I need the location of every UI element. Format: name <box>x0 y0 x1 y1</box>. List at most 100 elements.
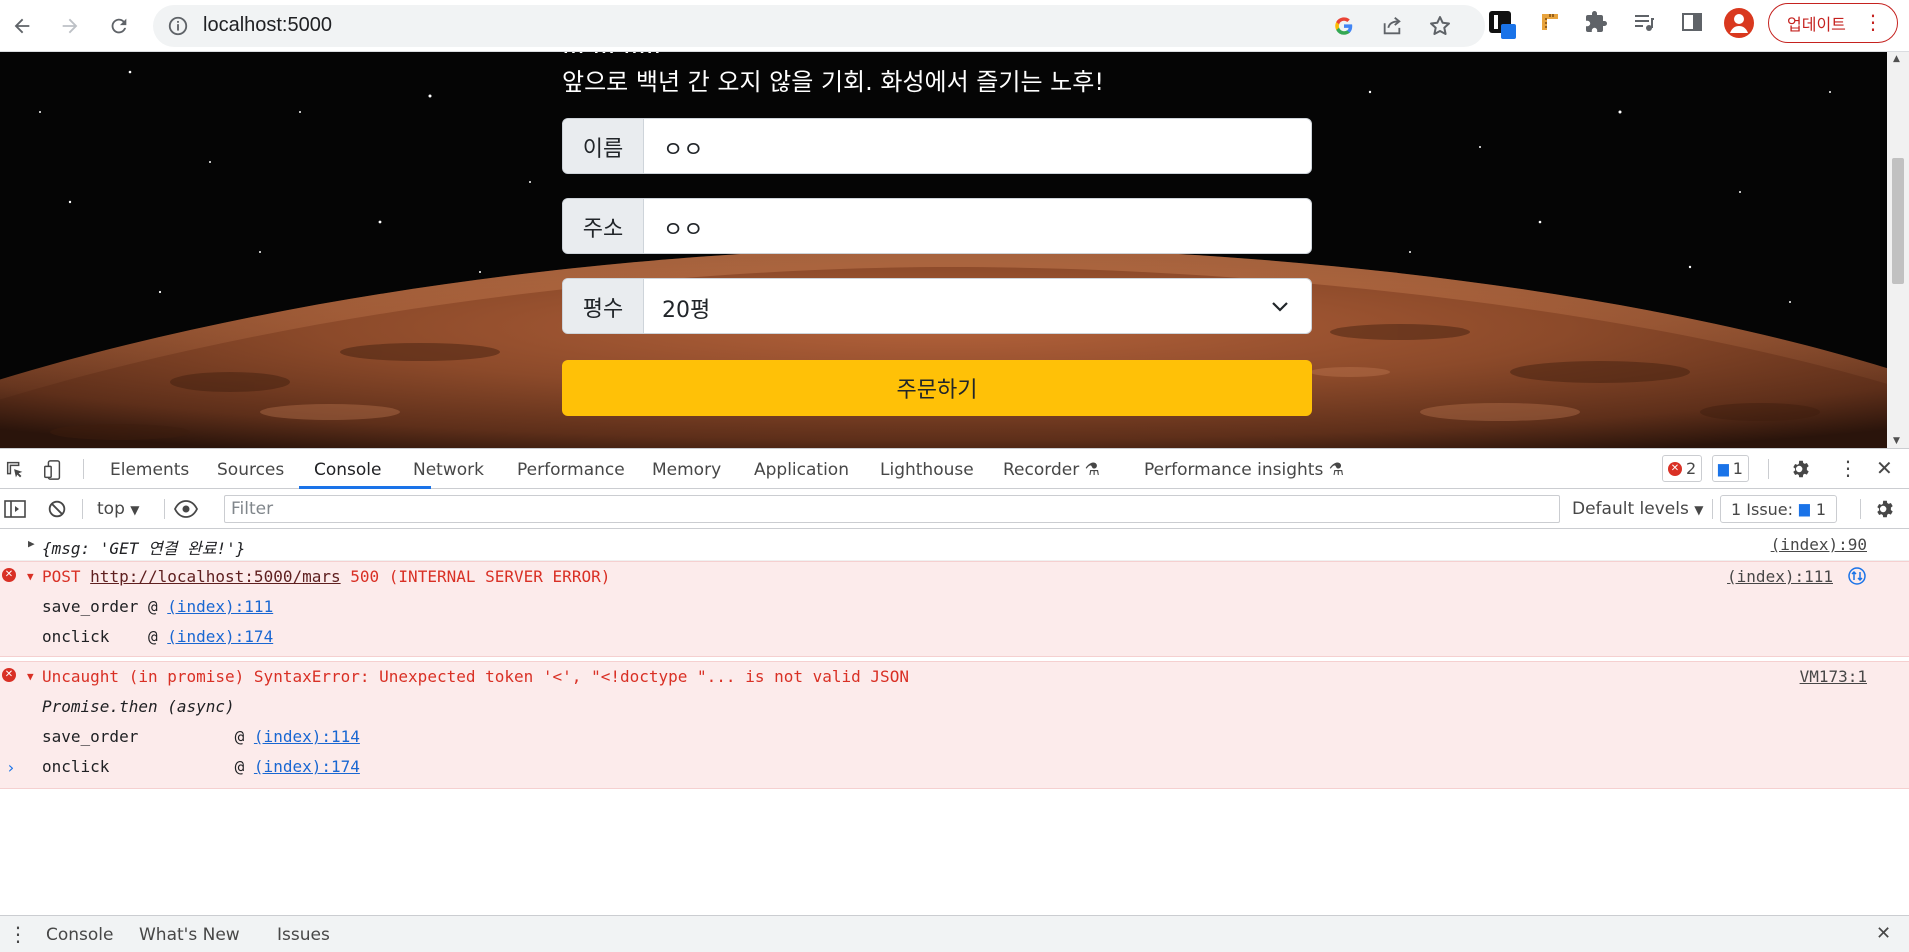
stack-frame: onclick @ (index):174 <box>42 757 360 776</box>
log-levels-label: Default levels <box>1572 499 1689 519</box>
error-message: Uncaught (in promise) SyntaxError: Unexp… <box>42 667 909 686</box>
console-settings-gear-icon[interactable] <box>1874 498 1896 525</box>
tab-performance-insights-label: Performance insights <box>1144 460 1324 480</box>
size-select[interactable]: 평수 20평 <box>562 278 1312 334</box>
message-icon: ▆ <box>1718 460 1729 477</box>
extensions-puzzle-icon[interactable] <box>1584 10 1608 38</box>
settings-gear-icon[interactable] <box>1790 458 1812 485</box>
stack-location-link[interactable]: (index):174 <box>167 627 273 646</box>
stack-location-link[interactable]: (index):114 <box>254 727 360 746</box>
drawer-tab-console[interactable]: Console <box>46 925 114 945</box>
page-scrollbar[interactable]: ▲ ▼ <box>1887 52 1909 448</box>
forward-icon[interactable] <box>52 8 88 44</box>
stack-fn: onclick @ <box>42 627 168 646</box>
tab-memory[interactable]: Memory <box>652 460 721 480</box>
page-viewport: ··· ··· ····· 앞으로 백년 간 오지 않을 기회. 화성에서 즐기… <box>0 52 1887 448</box>
close-drawer-icon[interactable]: ✕ <box>1876 923 1891 944</box>
tab-sources[interactable]: Sources <box>217 460 284 480</box>
stack-location-link[interactable]: (index):111 <box>167 597 273 616</box>
device-toolbar-icon[interactable] <box>42 459 64 486</box>
size-value: 20평 <box>662 298 711 323</box>
extension-black-icon[interactable] <box>1488 10 1518 44</box>
scroll-up-icon[interactable]: ▲ <box>1893 54 1900 64</box>
order-button[interactable]: 주문하기 <box>562 360 1312 416</box>
reload-icon[interactable] <box>101 8 137 44</box>
menu-dots-icon: ⋮ <box>1863 10 1883 34</box>
console-prompt-chevron-icon[interactable]: › <box>6 758 16 777</box>
divider <box>1712 499 1713 519</box>
name-input[interactable]: ㅇㅇ <box>663 132 703 164</box>
drawer-tab-issues[interactable]: Issues <box>277 925 330 945</box>
address-label: 주소 <box>563 199 644 253</box>
error-message: POST http://localhost:5000/mars 500 (INT… <box>42 567 610 586</box>
error-count: 2 <box>1686 459 1697 478</box>
bookmark-star-icon[interactable] <box>1428 14 1452 42</box>
collapse-triangle-icon[interactable]: ▼ <box>27 670 34 683</box>
stack-fn: save_order @ <box>42 727 254 746</box>
stack-frame: save_order @ (index):111 <box>42 597 273 616</box>
scrollbar-thumb[interactable] <box>1892 158 1904 284</box>
message-icon: ▆ <box>1799 501 1810 517</box>
sidebar-toggle-icon[interactable] <box>4 499 26 524</box>
stack-fn: save_order @ <box>42 597 168 616</box>
site-info-icon[interactable] <box>167 15 189 41</box>
console-error-post: ✕ ▼ POST http://localhost:5000/mars 500 … <box>0 561 1909 657</box>
tab-lighthouse[interactable]: Lighthouse <box>880 460 974 480</box>
share-icon[interactable] <box>1381 15 1403 41</box>
tab-console[interactable]: Console <box>314 460 382 480</box>
drawer-tab-whats-new[interactable]: What's New <box>139 925 240 945</box>
log-source-link[interactable]: (index):90 <box>1771 535 1867 554</box>
clear-console-icon[interactable] <box>46 498 68 525</box>
message-count-badge[interactable]: ▆ 1 <box>1712 455 1749 482</box>
live-expression-eye-icon[interactable] <box>173 499 199 524</box>
context-select[interactable]: top ▼ <box>97 499 140 519</box>
tab-performance[interactable]: Performance <box>517 460 625 480</box>
tab-application[interactable]: Application <box>754 460 849 480</box>
tagline: 앞으로 백년 간 오지 않을 기회. 화성에서 즐기는 노후! <box>562 68 1104 96</box>
more-options-icon[interactable]: ⋮ <box>1838 456 1858 480</box>
log-text: {msg: 'GET 연결 완료!'} <box>42 539 246 558</box>
stack-frame: onclick @ (index):174 <box>42 627 273 646</box>
name-field[interactable]: 이름 ㅇㅇ <box>562 118 1312 174</box>
extension-ruler-icon[interactable] <box>1538 10 1562 38</box>
stack-location-link[interactable]: (index):174 <box>254 757 360 776</box>
profile-avatar-icon[interactable] <box>1724 8 1754 42</box>
error-source-link[interactable]: (index):111 <box>1727 567 1833 586</box>
side-panel-icon[interactable] <box>1680 10 1704 38</box>
tab-elements[interactable]: Elements <box>110 460 189 480</box>
scroll-down-icon[interactable]: ▼ <box>1893 436 1900 446</box>
console-toolbar: top ▼ Filter Default levels ▼ 1 Issue: ▆… <box>0 489 1909 529</box>
devtools-drawer-tabbar: ⋮ Console What's New Issues ✕ <box>0 915 1909 952</box>
console-filter-input[interactable]: Filter <box>224 495 1560 523</box>
tab-performance-insights[interactable]: Performance insights ⚗ <box>1144 460 1344 480</box>
chevron-down-icon <box>1271 297 1289 319</box>
address-bar[interactable]: localhost:5000 <box>153 5 1485 47</box>
error-source-link[interactable]: VM173:1 <box>1800 667 1867 686</box>
collapse-triangle-icon[interactable]: ▼ <box>27 570 34 583</box>
google-lens-icon[interactable] <box>1333 15 1355 41</box>
error-count-badge[interactable]: ✕ 2 <box>1662 455 1703 482</box>
experiment-flask-icon: ⚗ <box>1084 460 1100 480</box>
close-devtools-icon[interactable]: ✕ <box>1876 456 1893 480</box>
issues-button[interactable]: 1 Issue: ▆ 1 <box>1720 495 1837 523</box>
network-request-icon[interactable] <box>1847 566 1867 590</box>
url-text: localhost:5000 <box>203 14 332 36</box>
async-frame: Promise.then (async) <box>42 697 235 716</box>
error-url-link[interactable]: http://localhost:5000/mars <box>90 567 340 586</box>
issues-count: 1 <box>1815 499 1826 519</box>
drawer-menu-icon[interactable]: ⋮ <box>8 922 28 946</box>
log-levels-select[interactable]: Default levels ▼ <box>1572 499 1703 519</box>
expand-triangle-icon[interactable]: ▶ <box>28 537 35 550</box>
media-playlist-icon[interactable] <box>1632 10 1656 38</box>
dropdown-arrow-icon: ▼ <box>130 503 140 517</box>
address-input[interactable]: ㅇㅇ <box>663 212 703 244</box>
tab-recorder[interactable]: Recorder ⚗ <box>1003 460 1100 480</box>
issues-label: 1 Issue: <box>1731 499 1794 519</box>
update-button[interactable]: 업데이트 ⋮ <box>1768 3 1898 43</box>
back-icon[interactable] <box>4 8 40 44</box>
inspect-element-icon[interactable] <box>4 459 26 486</box>
error-icon: ✕ <box>2 568 16 582</box>
stack-fn: onclick @ <box>42 757 254 776</box>
tab-network[interactable]: Network <box>413 460 484 480</box>
address-field[interactable]: 주소 ㅇㅇ <box>562 198 1312 254</box>
